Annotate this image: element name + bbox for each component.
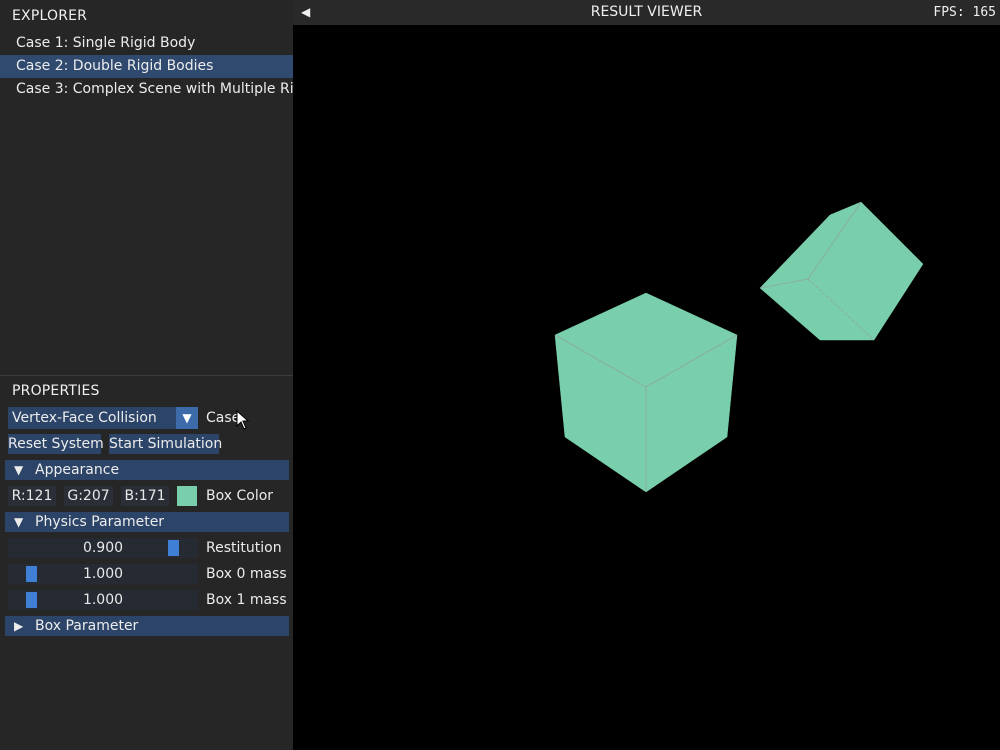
box1-mass-label: Box 1 mass [206, 592, 287, 608]
box-color-swatch[interactable] [177, 486, 197, 506]
box0-mass-slider-grab[interactable] [26, 566, 37, 582]
explorer-list: Case 1: Single Rigid Body Case 2: Double… [0, 32, 293, 101]
properties-title: PROPERTIES [12, 383, 100, 399]
result-viewport[interactable] [293, 25, 1000, 750]
fps-counter: FPS: 165 [933, 5, 996, 20]
box1-mass-slider[interactable]: 1.000 [8, 590, 198, 610]
triangle-right-icon: ▶ [14, 619, 24, 633]
physics-parameter-header-label: Physics Parameter [35, 514, 165, 530]
physics-parameter-header[interactable]: ▼ Physics Parameter [5, 512, 289, 532]
box0-mass-slider[interactable]: 1.000 [8, 564, 198, 584]
case-item-1[interactable]: Case 1: Single Rigid Body [0, 32, 293, 55]
green-channel-input[interactable]: G:207 [64, 486, 113, 506]
box-parameter-header[interactable]: ▶ Box Parameter [5, 616, 289, 636]
case-item-2[interactable]: Case 2: Double Rigid Bodies [0, 55, 293, 78]
mouse-cursor-icon [236, 410, 250, 430]
panel-divider[interactable] [0, 375, 293, 376]
appearance-header-label: Appearance [35, 462, 120, 478]
box-1 [759, 201, 924, 341]
app-root: EXPLORER Case 1: Single Rigid Body Case … [0, 0, 1000, 750]
collision-type-combo[interactable]: Vertex-Face Collision ▼ [8, 407, 198, 429]
blue-channel-input[interactable]: B:171 [121, 486, 169, 506]
appearance-header[interactable]: ▼ Appearance [5, 460, 289, 480]
triangle-down-icon: ▼ [14, 515, 24, 529]
left-panel: EXPLORER Case 1: Single Rigid Body Case … [0, 0, 293, 750]
box0-mass-label: Box 0 mass [206, 566, 287, 582]
red-channel-input[interactable]: R:121 [8, 486, 56, 506]
triangle-down-icon[interactable]: ▼ [176, 407, 198, 429]
box-1-silhouette [759, 201, 924, 341]
collision-type-value: Vertex-Face Collision [12, 410, 157, 426]
restitution-slider[interactable]: 0.900 [8, 538, 198, 558]
box-0 [554, 292, 738, 493]
restitution-slider-grab[interactable] [168, 540, 179, 556]
triangle-down-icon: ▼ [14, 463, 24, 477]
box1-mass-slider-grab[interactable] [26, 592, 37, 608]
scene-canvas [554, 201, 924, 493]
explorer-title: EXPLORER [12, 8, 88, 24]
start-simulation-button[interactable]: Start Simulation [109, 434, 222, 454]
box-parameter-header-label: Box Parameter [35, 618, 139, 634]
restitution-label: Restitution [206, 540, 282, 556]
result-viewer-titlebar: ◀ RESULT VIEWER FPS: 165 [293, 0, 1000, 25]
reset-system-button[interactable]: Reset System [8, 434, 104, 454]
result-viewer-title: RESULT VIEWER [590, 4, 703, 20]
box-color-label: Box Color [206, 488, 274, 504]
case-item-3[interactable]: Case 3: Complex Scene with Multiple Rigi… [0, 78, 293, 101]
